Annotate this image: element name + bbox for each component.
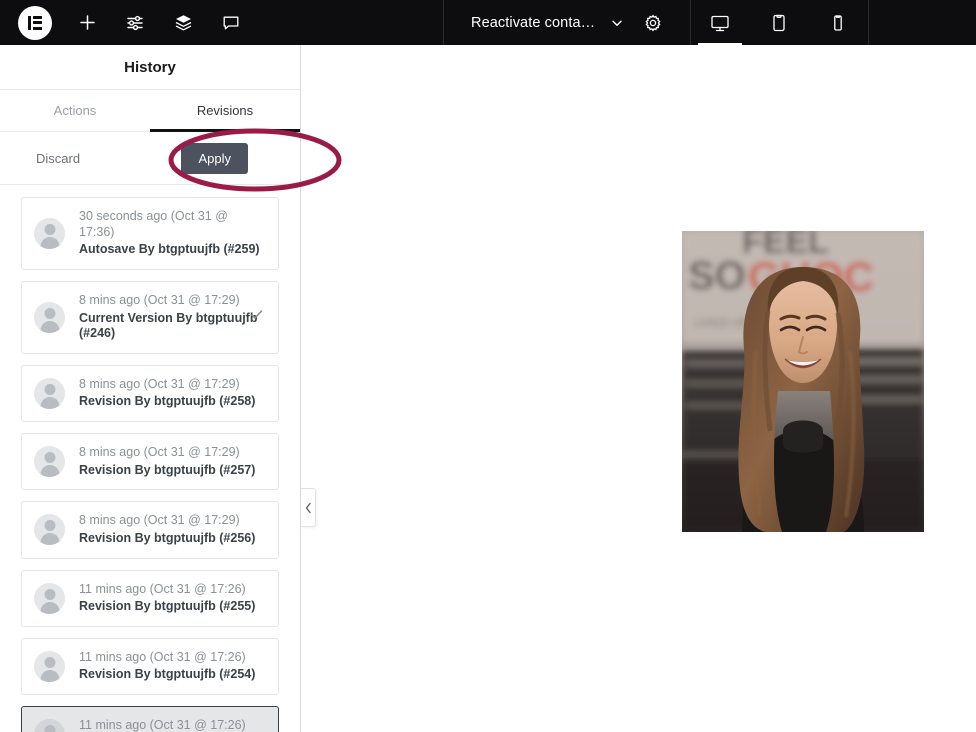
list-item[interactable]: 11 mins ago (Oct 31 @ 17:26) Revision By… [21,569,279,627]
tab-revisions-label: Revisions [196,103,254,118]
revision-timestamp: 11 mins ago (Oct 31 @ 17:26) [79,649,246,664]
revision-author: Revision By btgptuujfb (#256) [79,530,256,545]
device-mobile-button[interactable] [812,0,864,45]
list-item[interactable]: 8 mins ago (Oct 31 @ 17:29) Revision By … [21,433,279,491]
panel-collapse-handle[interactable] [301,488,316,527]
list-item[interactable]: 8 mins ago (Oct 31 @ 17:29) Revision By … [21,364,279,422]
svg-text:LIVED UP: LIVED UP [694,316,749,330]
revision-author: Revision By btgptuujfb (#258) [79,394,256,409]
revision-author: Revision By btgptuujfb (#254) [79,667,256,682]
list-item[interactable]: 8 mins ago (Oct 31 @ 17:29) Revision By … [21,501,279,559]
comment-icon[interactable] [218,10,244,36]
page-title: History [124,58,176,76]
list-item[interactable]: 8 mins ago (Oct 31 @ 17:29) Current Vers… [21,280,279,354]
avatar [34,301,65,333]
elementor-logo-icon[interactable] [18,5,52,40]
revision-timestamp: 8 mins ago (Oct 31 @ 17:29) [79,445,240,459]
revision-timestamp: 8 mins ago (Oct 31 @ 17:29) [79,292,240,307]
avatar [34,217,65,249]
discard-button[interactable]: Discard [36,151,80,166]
list-item[interactable]: 30 seconds ago (Oct 31 @ 17:36) Autosave… [21,197,279,270]
revision-author: Revision By btgptuujfb (#255) [79,599,256,614]
revision-timestamp: 8 mins ago (Oct 31 @ 17:29) [79,513,240,528]
avatar [34,719,65,732]
revisions-list[interactable]: 30 seconds ago (Oct 31 @ 17:36) Autosave… [0,185,300,732]
revision-author: Revision By btgptuujfb (#257) [79,462,256,477]
avatar [34,514,65,546]
revision-timestamp: 11 mins ago (Oct 31 @ 17:26) [79,581,246,596]
list-item[interactable]: 11 mins ago (Oct 31 @ 17:26) Revision By… [21,637,279,695]
document-title-group: Reactivate contai… [443,0,690,45]
avatar [34,446,65,478]
chevron-left-icon [305,502,311,513]
revision-timestamp: 30 seconds ago (Oct 31 @ 17:36) [79,209,228,239]
history-panel: History Actions Revisions Discard Apply … [0,45,301,732]
revision-timestamp: 8 mins ago (Oct 31 @ 17:29) [79,376,240,391]
portrait-photo: FEEL SO GUOC LIVED UP [682,231,924,532]
toolbar-left-group [0,0,244,45]
tab-revisions[interactable]: Revisions [150,90,300,132]
add-element-icon[interactable] [74,10,100,36]
chevron-down-icon[interactable] [610,16,624,30]
apply-button[interactable]: Apply [181,142,248,174]
revision-actions-row: Discard Apply [0,132,300,185]
avatar [34,582,65,614]
toolbar-divider [868,0,869,45]
layers-icon[interactable] [170,10,196,36]
checkmark-icon [249,307,264,327]
list-item-selected[interactable]: 11 mins ago (Oct 31 @ 17:26) Revision By… [21,706,279,732]
device-tablet-button[interactable] [753,0,805,45]
hero-image[interactable]: FEEL SO GUOC LIVED UP [682,231,924,532]
tab-actions[interactable]: Actions [0,90,150,131]
avatar [34,650,65,682]
panel-tabs: Actions Revisions [0,90,300,132]
avatar [34,377,65,409]
device-preview-group [690,0,868,45]
gear-icon[interactable] [644,14,662,32]
device-desktop-button[interactable] [694,0,746,45]
revision-author: Autosave By btgptuujfb (#259) [79,242,260,257]
revision-timestamp: 11 mins ago (Oct 31 @ 17:26) [79,718,246,732]
settings-sliders-icon[interactable] [122,10,148,36]
editor-canvas: FEEL SO GUOC LIVED UP [302,45,976,732]
top-toolbar: Reactivate contai… [0,0,976,45]
revision-author: Current Version By btgptuujfb (#246) [79,310,258,341]
panel-header: History [0,45,300,90]
svg-text:SO: SO [688,254,746,298]
elementor-editor: Reactivate contai… FEEL SO LIVED UP Hist… [0,0,976,732]
tab-actions-label: Actions [53,103,97,118]
document-title[interactable]: Reactivate contai… [471,15,596,31]
